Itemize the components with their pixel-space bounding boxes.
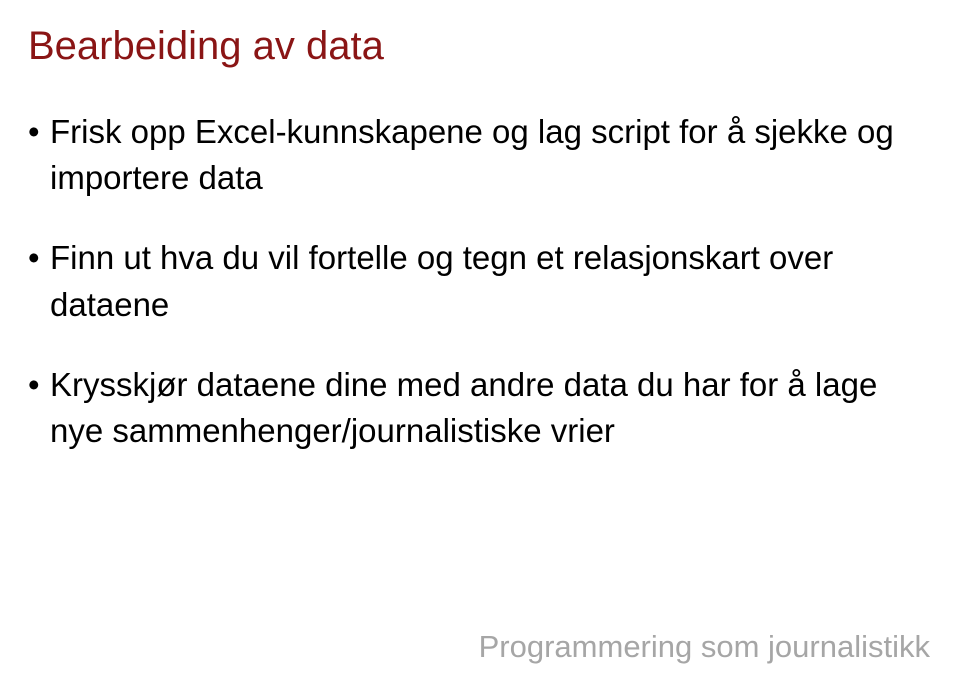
- list-item: Krysskjør dataene dine med andre data du…: [28, 362, 932, 454]
- footer-text: Programmering som journalistikk: [479, 629, 930, 665]
- list-item: Finn ut hva du vil fortelle og tegn et r…: [28, 235, 932, 327]
- list-item: Frisk opp Excel-kunnskapene og lag scrip…: [28, 109, 932, 201]
- bullet-list: Frisk opp Excel-kunnskapene og lag scrip…: [28, 109, 932, 454]
- page-title: Bearbeiding av data: [28, 24, 932, 69]
